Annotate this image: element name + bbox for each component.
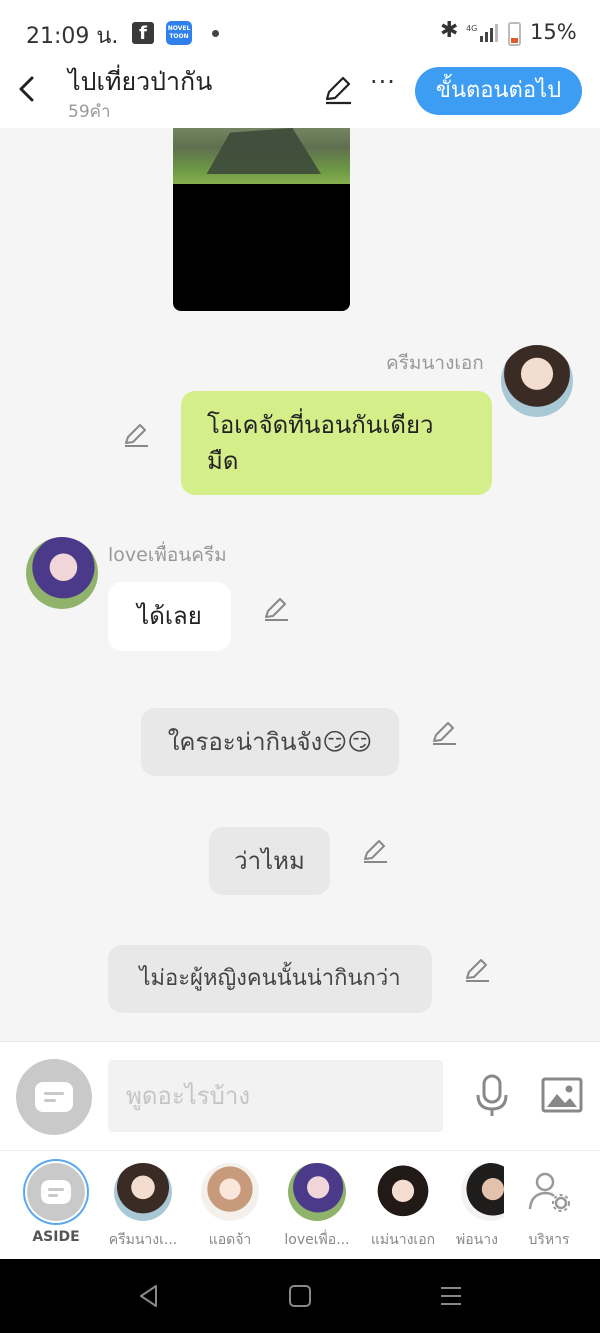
character-tab-admin[interactable]: บริหาร	[510, 1163, 588, 1255]
tent-shape	[206, 128, 321, 174]
aside-bubble[interactable]: ไม่อะผู้หญิงคนนั้นน่ากินกว่า	[108, 945, 432, 1013]
edit-pencil-icon[interactable]	[361, 837, 389, 865]
word-count: 59คำ	[68, 102, 111, 122]
avatar	[461, 1163, 504, 1221]
sender-name: ครีมนางเอก	[386, 352, 484, 374]
edit-pencil-icon[interactable]	[262, 595, 290, 623]
nav-menu-icon[interactable]	[440, 1285, 462, 1307]
admin-settings-icon	[528, 1172, 570, 1212]
back-arrow-icon[interactable]	[12, 72, 46, 106]
battery-icon	[508, 22, 521, 46]
nav-back-icon[interactable]	[136, 1283, 162, 1309]
character-tab-aside[interactable]: ASIDE	[17, 1163, 95, 1255]
character-tab[interactable]: ครีมนางเ...	[104, 1163, 182, 1255]
notification-dot-icon	[212, 30, 219, 37]
message-input[interactable]	[108, 1060, 443, 1132]
character-tab[interactable]: แอดจ้า	[191, 1163, 269, 1255]
character-label: แอดจ้า	[208, 1232, 252, 1248]
character-tab[interactable]: แม่นางเอก	[364, 1163, 442, 1255]
message-text: โอเคจัดที่นอนกันเดียว	[207, 411, 434, 439]
edit-pencil-icon[interactable]	[463, 956, 491, 984]
tent-photo[interactable]	[173, 128, 350, 311]
input-bar	[0, 1041, 600, 1150]
avatar[interactable]	[26, 537, 98, 609]
avatar[interactable]	[501, 345, 573, 417]
status-time: 21:09 น.	[26, 24, 119, 49]
character-tab[interactable]: พ่อนาง	[446, 1163, 504, 1255]
aside-icon	[27, 1163, 85, 1221]
status-bar: 21:09 น. f NOVEL TOON ✱ 4G 15%	[0, 0, 600, 62]
character-label: พ่อนาง	[456, 1232, 498, 1248]
character-label: แม่นางเอก	[370, 1232, 436, 1248]
sender-name: loveเพื่อนครีม	[108, 544, 227, 566]
character-label: บริหาร	[528, 1232, 570, 1248]
edit-pencil-icon[interactable]	[430, 719, 458, 747]
message-bubble-incoming[interactable]: ได้เลย	[108, 582, 231, 651]
more-options-icon[interactable]: ···	[370, 68, 396, 96]
character-label: ASIDE	[32, 1229, 80, 1245]
chat-area[interactable]: ครีมนางเอก โอเคจัดที่นอนกันเดียว มืด lov…	[0, 128, 600, 1041]
microphone-icon[interactable]	[472, 1073, 512, 1119]
avatar	[288, 1163, 346, 1221]
character-label: ครีมนางเ...	[108, 1232, 178, 1248]
noveltoon-icon: NOVEL TOON	[166, 21, 192, 45]
edit-pencil-icon[interactable]	[122, 421, 150, 449]
svg-text:4G: 4G	[466, 24, 477, 33]
photo-scene	[173, 128, 350, 184]
character-tab[interactable]: loveเพื่อ...	[278, 1163, 356, 1255]
image-icon[interactable]	[541, 1076, 583, 1114]
message-bubble-outgoing[interactable]: โอเคจัดที่นอนกันเดียว มืด	[181, 391, 492, 495]
chat-header: ไปเที่ยวป่ากัน 59คำ ··· ขั้นตอนต่อไป	[0, 62, 600, 128]
bluetooth-icon: ✱	[440, 18, 459, 43]
aside-bubble[interactable]: ใครอะน่ากินจัง😏😏	[141, 708, 399, 776]
avatar	[201, 1163, 259, 1221]
nav-home-icon[interactable]	[289, 1285, 311, 1307]
aside-glyph	[41, 1180, 71, 1204]
character-label: loveเพื่อ...	[284, 1232, 350, 1248]
aside-icon	[35, 1082, 73, 1112]
aside-bubble[interactable]: ว่าไหม	[209, 827, 330, 895]
avatar	[114, 1163, 172, 1221]
aside-toggle-button[interactable]	[16, 1059, 92, 1135]
facebook-icon: f	[132, 22, 154, 44]
character-bar: ASIDE ครีมนางเ... แอดจ้า loveเพื่อ... แม…	[0, 1150, 600, 1259]
signal-icon: 4G	[466, 24, 498, 42]
battery-percent: 15%	[530, 20, 577, 44]
next-step-button[interactable]: ขั้นตอนต่อไป	[415, 67, 582, 115]
story-title: ไปเที่ยวป่ากัน	[68, 67, 213, 96]
edit-pencil-icon[interactable]	[322, 74, 354, 106]
message-text: มืด	[207, 447, 239, 475]
avatar	[374, 1163, 432, 1221]
system-nav-bar	[0, 1259, 600, 1333]
